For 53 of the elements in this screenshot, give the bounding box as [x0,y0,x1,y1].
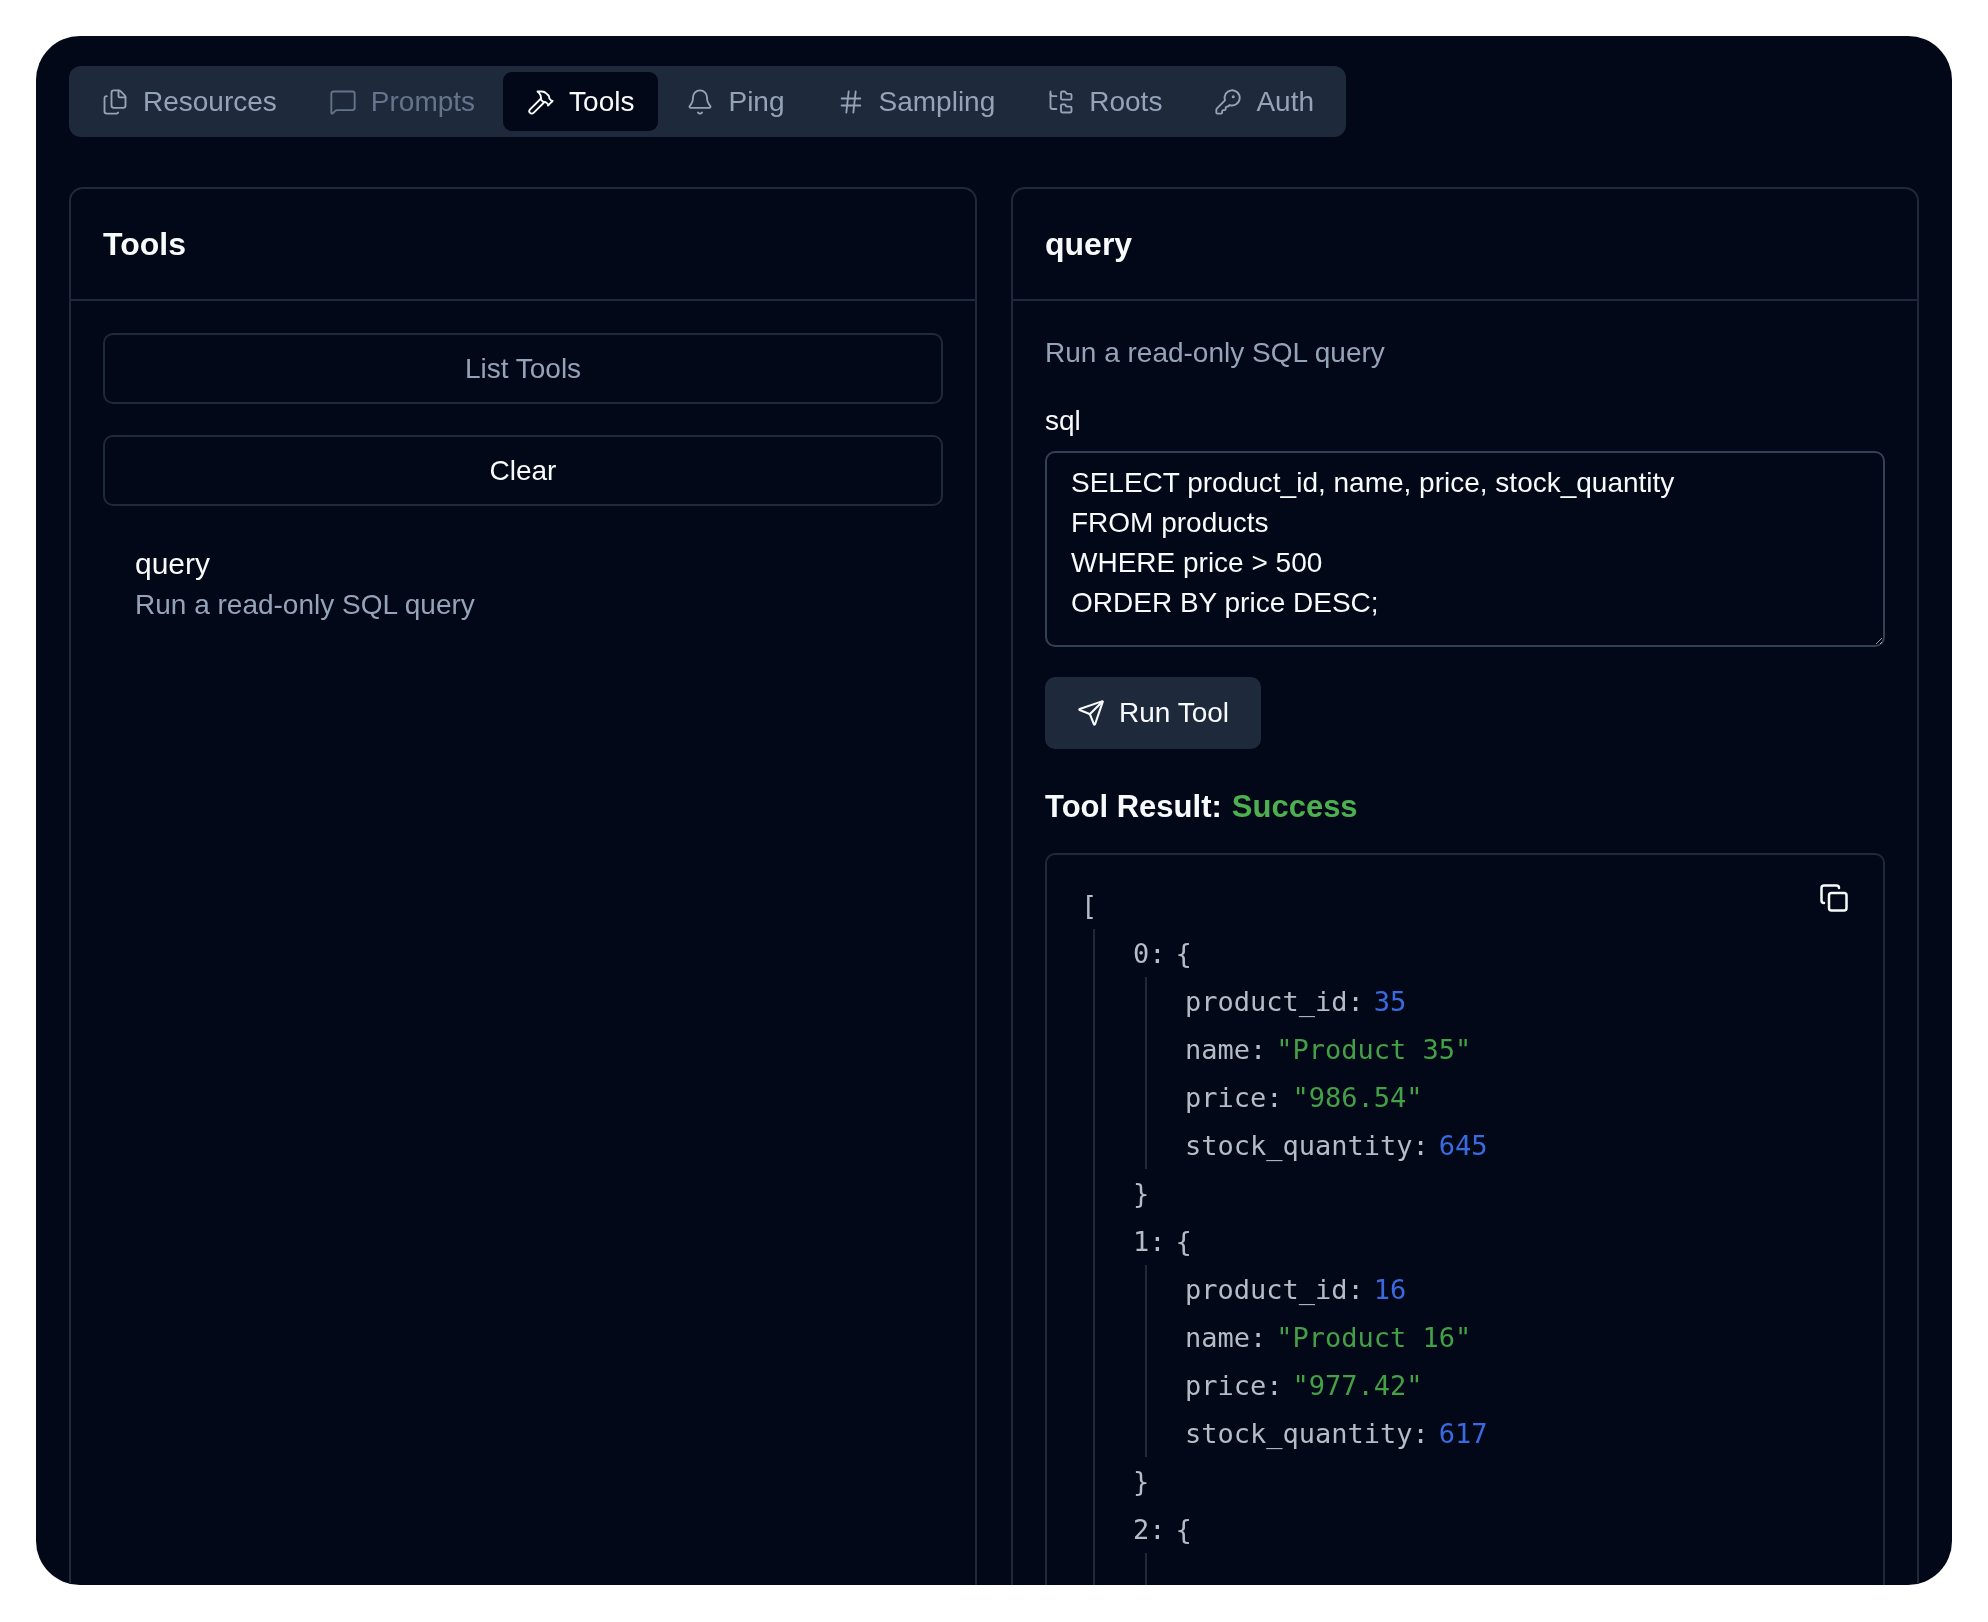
panel-title: Tools [103,225,186,263]
copy-button[interactable] [1819,883,1849,913]
json-bracket: { [1175,1513,1192,1545]
json-value: "Product 35" [1276,1033,1472,1065]
tool-name[interactable]: query [135,547,911,581]
result-label: Tool Result: [1045,789,1222,825]
tab[interactable]: Auth [1190,72,1338,131]
action-button[interactable]: Clear [103,435,943,506]
tab-label: Tools [569,85,635,118]
tab[interactable]: Resources [77,72,301,131]
tab-label: Auth [1256,85,1314,118]
run-tool-button[interactable]: Run Tool [1045,677,1261,749]
json-bracket: { [1175,1225,1192,1257]
field-label: sql [1045,405,1082,437]
tool-description: Run a read-only SQL query [135,589,476,621]
json-key: price: [1185,1369,1283,1401]
json-bracket: [ [1081,889,1098,921]
json-key: name: [1185,1033,1267,1065]
json-bracket: } [1133,1177,1150,1209]
tab[interactable]: Ping [662,72,809,131]
tab[interactable]: Tools [503,72,659,131]
tab-label: Resources [143,85,277,118]
json-bracket: } [1133,1465,1150,1497]
json-key: price: [1185,1081,1283,1113]
send-icon [1077,699,1105,727]
json-value: "986.54" [1292,1081,1423,1113]
json-value: "Product 16" [1276,1321,1472,1353]
panel-title: query [1045,225,1133,263]
json-bracket: { [1175,937,1192,969]
tab-label: Prompts [370,85,476,118]
tab[interactable]: Sampling [812,72,1020,131]
json-key: product_id: [1185,1273,1364,1305]
json-value: "977.42" [1292,1369,1423,1401]
sql-input-field[interactable]: SELECT product_id, name, price, stock_quantity FROM products WHERE price > 500 ORDER BY price DESC; [1045,451,1885,647]
json-index: 0: [1133,937,1166,969]
tab-label: Ping [728,85,785,118]
json-index: 1: [1133,1225,1166,1257]
tab[interactable]: Roots [1023,72,1187,131]
json-key: stock_quantity: [1185,1129,1429,1161]
tab-label: Sampling [878,85,996,118]
json-index: 2: [1133,1513,1166,1545]
json-value: 617 [1438,1417,1488,1449]
tab-label: Roots [1089,85,1163,118]
json-key: product_id: [1185,985,1364,1017]
result-status: Success [1231,789,1358,825]
key-icon [1214,87,1243,116]
files-icon [101,87,129,116]
json-key: stock_quantity: [1185,1417,1429,1449]
json-value: 35 [1373,985,1407,1017]
json-key: name: [1185,1321,1267,1353]
json-value: 645 [1438,1129,1488,1161]
tool-description: Run a read-only SQL query [1045,337,1386,369]
json-value: 16 [1373,1273,1407,1305]
